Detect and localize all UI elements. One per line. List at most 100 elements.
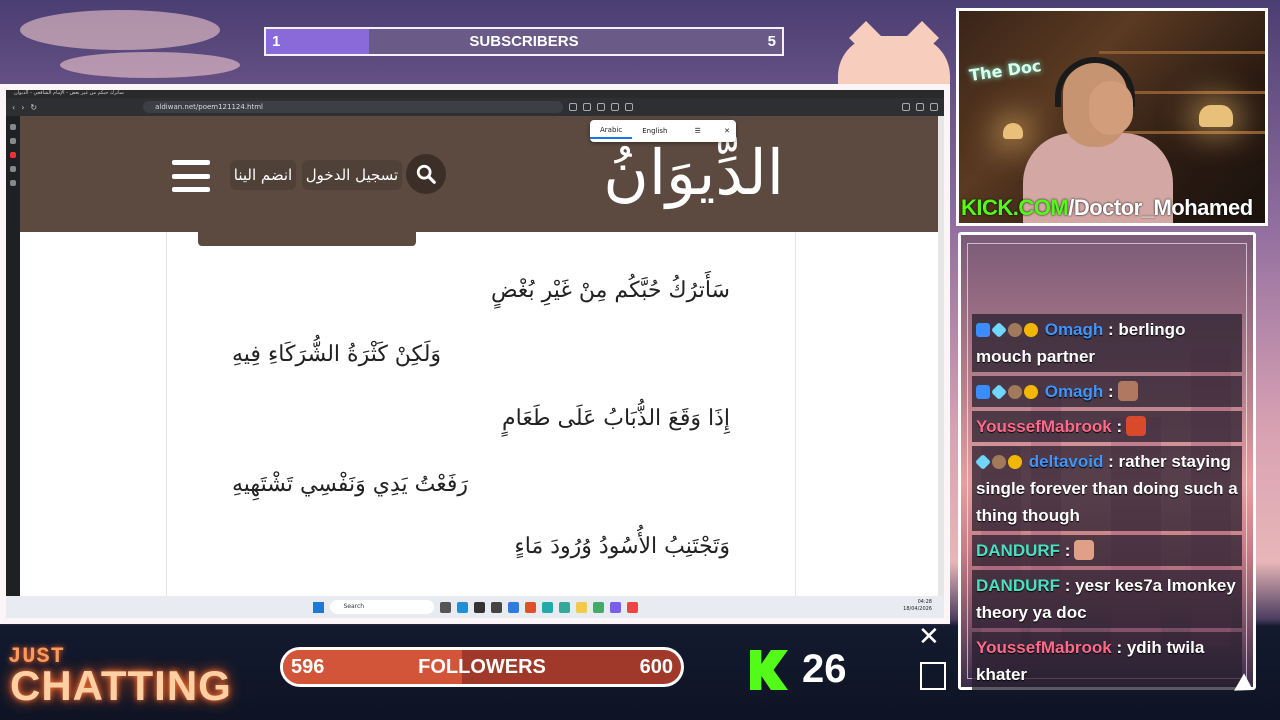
browser-capture: سأترك حبكم من غير بغض - الإمام الشافعي -… [0, 84, 950, 624]
taskbar-clock[interactable]: 04:28 18/04/2026 [903, 599, 932, 613]
chat-message: deltavoid : rather staying single foreve… [972, 446, 1242, 531]
chat-username[interactable]: Omagh [1040, 382, 1108, 401]
chat-username[interactable]: YoussefMabrook [976, 417, 1116, 436]
site-logo[interactable]: الدِّيوَانُ [603, 142, 784, 204]
chat-text: : [1116, 417, 1123, 436]
translate-lang-english[interactable]: English [632, 127, 677, 135]
edge-icon[interactable] [456, 601, 468, 613]
coin-badge-icon [1024, 385, 1038, 399]
neon-sign: The Doc [968, 56, 1043, 85]
app-icon[interactable] [473, 601, 485, 613]
chat-username[interactable]: YoussefMabrook [976, 638, 1116, 657]
chat-message: YoussefMabrook : ydih twila khater [972, 632, 1242, 690]
webcam-frame: The Doc KICK.COM/Doctor_Mohamed [956, 8, 1268, 226]
minimize-icon[interactable] [916, 103, 924, 111]
close-icon[interactable]: ✕ [718, 127, 736, 135]
taskbar-search[interactable]: Search [329, 600, 434, 614]
emote-icon [1117, 381, 1138, 401]
reload-icon[interactable]: ↻ [30, 103, 37, 112]
app-icon[interactable] [507, 601, 519, 613]
app-icon[interactable] [558, 601, 570, 613]
tool-badge-icon [976, 385, 990, 399]
kick-logo-icon [750, 650, 788, 690]
channel-url-domain: KICK.COM [961, 195, 1069, 220]
chat-username[interactable]: deltavoid [1024, 452, 1108, 471]
search-button[interactable] [406, 154, 446, 194]
subscriber-goal-label: SUBSCRIBERS [469, 33, 579, 50]
sidebar-tab-icon[interactable] [10, 138, 16, 144]
tool-badge-icon [976, 323, 990, 337]
login-button[interactable]: تسجيل الدخول [302, 160, 402, 190]
clock-time: 04:28 [917, 599, 932, 605]
site-header: الدِّيوَانُ تسجيل الدخول انضم الينا [20, 116, 944, 232]
channel-url: KICK.COM/Doctor_Mohamed [961, 195, 1253, 221]
chat-messages: Omagh : berlingo mouch partner Omagh : Y… [972, 314, 1242, 694]
app-icon[interactable] [490, 601, 502, 613]
emote-icon [1074, 540, 1095, 560]
back-icon[interactable]: ‹ [12, 103, 15, 112]
poem-page: سَأَترُكُ حُبَّكُم مِنْ غَيْرِ بُغْضٍ وَ… [20, 232, 938, 596]
chat-username[interactable]: Omagh [1040, 320, 1108, 339]
address-bar[interactable]: aldiwan.net/poem121124.html [143, 101, 564, 113]
sidebar-tab-icon[interactable] [10, 180, 16, 186]
zoom-icon[interactable] [583, 103, 592, 111]
viewer-count: 26 [802, 647, 847, 691]
browser-toolbar: ‹ › ↻ aldiwan.net/poem121124.html [6, 98, 944, 116]
chat-message: DANDURF : yesr kes7a lmonkey theory ya d… [972, 570, 1242, 628]
hamburger-menu-icon[interactable] [172, 160, 210, 192]
sidebar-tab-icon[interactable] [10, 166, 16, 172]
follower-goal-start: 596 [291, 655, 325, 678]
chat-message: DANDURF : [972, 535, 1242, 566]
share-icon[interactable] [597, 103, 606, 111]
follower-goal-bar: 596 FOLLOWERS 600 [280, 647, 684, 687]
gem-badge-icon [991, 384, 1007, 400]
bookmark-icon[interactable] [611, 103, 620, 111]
forward-icon[interactable]: › [21, 103, 24, 112]
app-icon[interactable] [592, 601, 604, 613]
coin-badge-icon [1024, 323, 1038, 337]
follower-goal-label: FOLLOWERS [418, 655, 546, 678]
ava-badge-icon [1008, 323, 1022, 337]
sidebar-tab-icon[interactable] [10, 124, 16, 130]
translate-lang-arabic[interactable]: Arabic [590, 123, 633, 139]
emote-icon [1126, 416, 1147, 436]
brave-icon[interactable] [524, 601, 536, 613]
verse-line: وَلَكِنْ كَثْرَةُ الشُّرَكَاءِ فِيهِ [232, 342, 442, 367]
subscriber-goal-end: 5 [767, 33, 776, 50]
close-icon[interactable] [930, 103, 938, 111]
chat-username[interactable]: DANDURF [976, 576, 1065, 595]
verse-line: إِذَا وَقَعَ الذُّبَابُ عَلَى طَعَامٍ [502, 406, 730, 431]
follower-goal-end: 600 [639, 655, 673, 678]
youtube-icon[interactable] [10, 152, 16, 158]
translate-popup: Arabic English ☰ ✕ [590, 120, 736, 142]
translate-icon[interactable] [569, 103, 578, 111]
sidebar-icon[interactable] [902, 103, 910, 111]
discord-icon[interactable] [609, 601, 621, 613]
ava-badge-icon [992, 455, 1006, 469]
cloud [60, 52, 240, 78]
join-button[interactable]: انضم الينا [230, 160, 296, 190]
folder-icon[interactable] [575, 601, 587, 613]
scrollbar[interactable] [938, 116, 944, 596]
gem-badge-icon [991, 322, 1007, 338]
task-view-icon[interactable] [439, 601, 451, 613]
chat-text: : [1064, 541, 1071, 560]
taskbar: Search 04:28 18/04/2026 [6, 596, 944, 618]
cloud [20, 10, 220, 50]
menu-icon[interactable]: ☰ [685, 127, 711, 135]
verse-line: سَأَترُكُ حُبَّكُم مِنْ غَيْرِ بُغْضٍ [490, 278, 730, 303]
search-icon [416, 164, 436, 184]
frame-decoration [920, 662, 946, 690]
extensions-icon[interactable] [625, 103, 634, 111]
app-icon[interactable] [541, 601, 553, 613]
windows-start-icon[interactable] [312, 601, 324, 613]
lamp [1199, 105, 1233, 127]
browser-sidebar [6, 116, 20, 596]
gem-badge-icon [975, 454, 991, 470]
chat-message: Omagh : [972, 376, 1242, 407]
app-icon[interactable] [626, 601, 638, 613]
subscriber-goal-start: 1 [272, 33, 281, 50]
ava-badge-icon [1008, 385, 1022, 399]
chat-username[interactable]: DANDURF [976, 541, 1065, 560]
coin-badge-icon [1008, 455, 1022, 469]
